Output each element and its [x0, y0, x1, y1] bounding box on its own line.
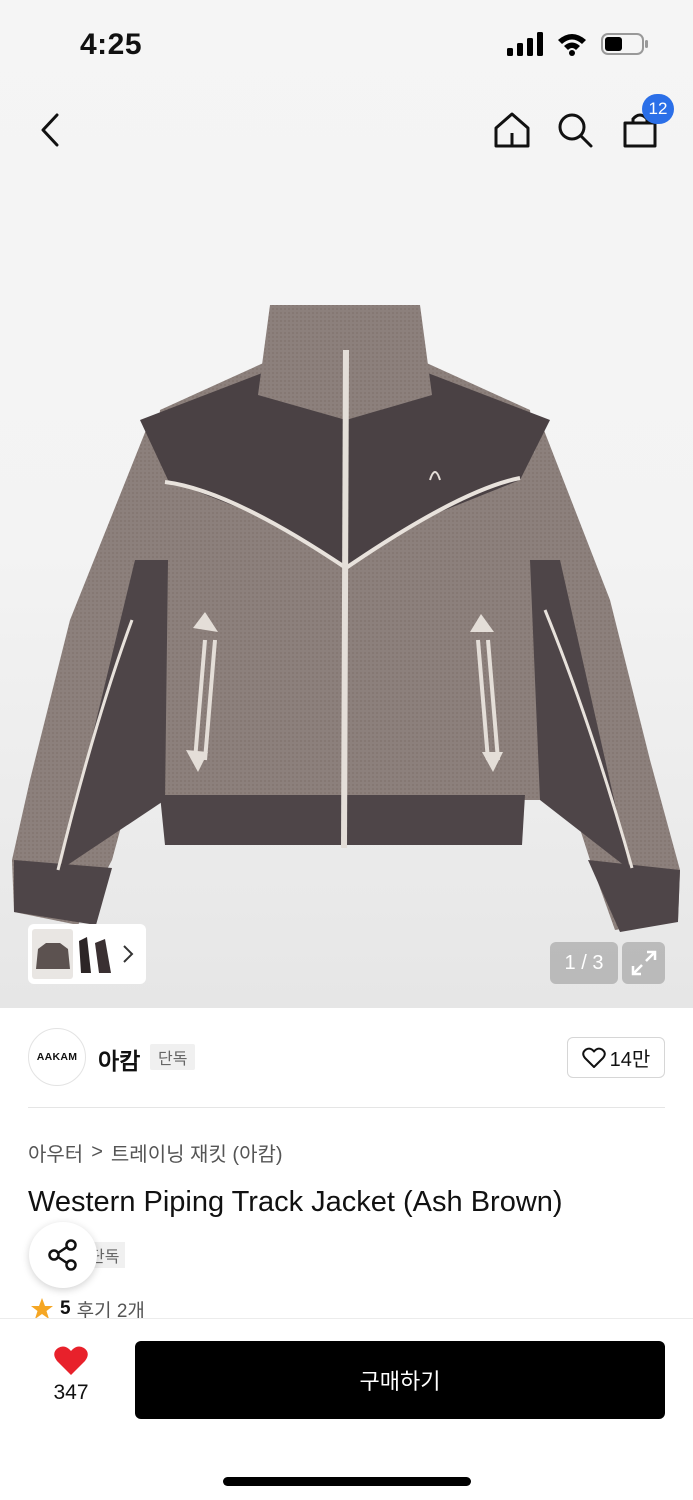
- chevron-left-icon: [41, 113, 59, 147]
- thumbnail-next-button[interactable]: [115, 929, 143, 979]
- thumbnail-2[interactable]: [73, 929, 115, 979]
- battery-icon: [601, 33, 648, 55]
- cart-count-badge: 12: [642, 94, 674, 124]
- brand-row: AAKAM 아캄 단독 14만: [28, 1028, 665, 1086]
- bottom-action-bar: 347 구매하기: [0, 1318, 693, 1500]
- thumbnail-1[interactable]: [32, 929, 74, 979]
- share-icon: [48, 1239, 77, 1271]
- wishlist-count: 347: [53, 1381, 89, 1404]
- buy-button[interactable]: 구매하기: [135, 1341, 665, 1419]
- rating-score: 5: [60, 1298, 71, 1319]
- chevron-right-icon: [123, 945, 134, 963]
- breadcrumb-separator: >: [91, 1141, 103, 1163]
- share-button[interactable]: [29, 1222, 97, 1288]
- heart-outline-icon: [581, 1047, 606, 1068]
- brand-exclusive-tag: 단독: [150, 1044, 196, 1070]
- rating-summary[interactable]: 5 후기 2개: [30, 1298, 145, 1320]
- cart-button[interactable]: 12: [616, 94, 674, 154]
- brand-logo[interactable]: AAKAM: [28, 1028, 86, 1086]
- gallery-page-indicator: 1 / 3: [550, 942, 618, 984]
- status-icons: [507, 32, 649, 56]
- signal-icon: [507, 32, 543, 56]
- home-icon: [494, 112, 530, 148]
- breadcrumb-subcategory[interactable]: 트레이닝 재킷 (아캄): [111, 1138, 283, 1167]
- wifi-icon: [558, 34, 586, 56]
- brand-like-count: 14만: [609, 1049, 651, 1071]
- breadcrumb-category[interactable]: 아우터: [28, 1138, 83, 1167]
- expand-image-button[interactable]: [622, 942, 665, 984]
- search-icon: [558, 113, 593, 148]
- back-button[interactable]: [26, 106, 74, 154]
- divider: [28, 1107, 665, 1108]
- status-bar: 4:25: [0, 0, 693, 90]
- home-indicator: [223, 1477, 471, 1486]
- wishlist-button[interactable]: 347: [40, 1345, 102, 1405]
- brand-like-button[interactable]: 14만: [567, 1037, 665, 1078]
- product-title: Western Piping Track Jacket (Ash Brown): [28, 1186, 563, 1218]
- top-nav: 12: [0, 94, 693, 160]
- review-count: 후기 2개: [76, 1300, 145, 1321]
- star-icon: [31, 1298, 53, 1319]
- home-button[interactable]: [488, 106, 536, 154]
- breadcrumb: 아우터 > 트레이닝 재킷 (아캄): [28, 1138, 283, 1167]
- search-button[interactable]: [551, 106, 599, 154]
- brand-name[interactable]: 아캄: [98, 1042, 140, 1076]
- heart-filled-icon: [54, 1346, 88, 1375]
- status-time: 4:25: [80, 28, 143, 61]
- thumbnail-strip[interactable]: [28, 924, 146, 984]
- product-image-area[interactable]: 4:25 12 1 / 3: [0, 0, 693, 1008]
- expand-icon: [631, 950, 656, 976]
